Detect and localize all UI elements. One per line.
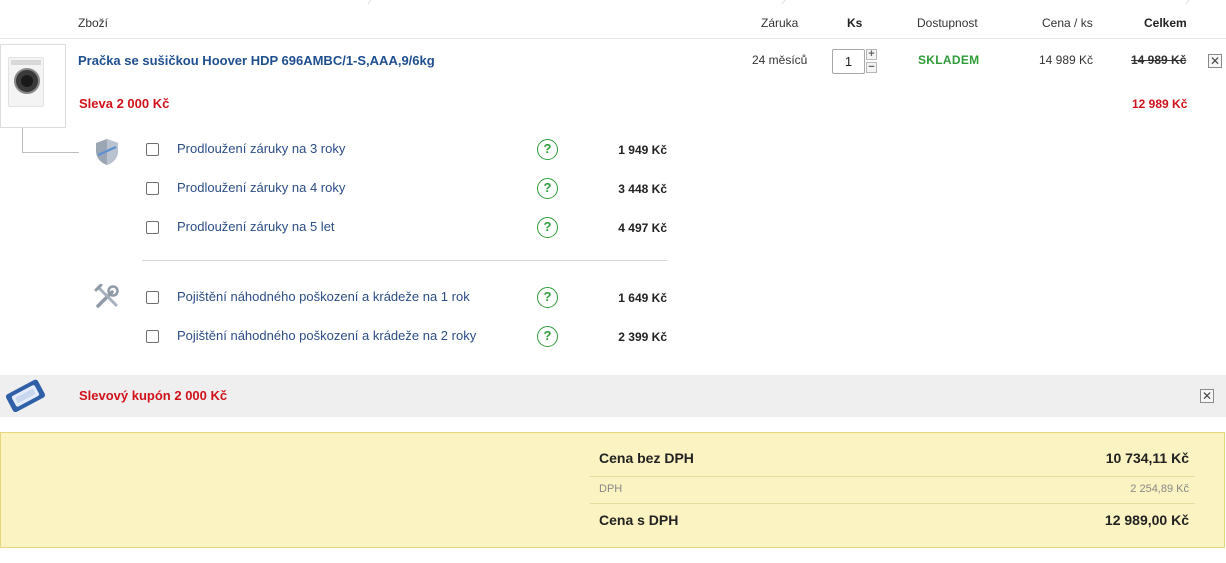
insurance-1y-price: 1 649 Kč xyxy=(618,291,667,305)
divider-tick xyxy=(362,0,372,4)
column-header-qty: Ks xyxy=(847,16,863,30)
quantity-input[interactable]: 1 xyxy=(832,49,865,74)
discounted-total-price: 12 989 Kč xyxy=(1132,97,1188,111)
tools-icon xyxy=(94,283,120,312)
warranty-4y-label[interactable]: Prodloužení záruky na 4 roky xyxy=(177,179,345,197)
insurance-2y-label[interactable]: Pojištění náhodného poškození a krádeže … xyxy=(177,327,476,345)
divider-tick xyxy=(1180,0,1190,4)
discount-label: Sleva 2 000 Kč xyxy=(79,96,170,111)
column-header-total: Celkem xyxy=(1144,16,1187,30)
warranty-3y-price: 1 949 Kč xyxy=(618,143,667,157)
header-divider xyxy=(0,38,1226,39)
product-thumbnail[interactable] xyxy=(0,44,66,128)
original-total-price: 14 989 Kč xyxy=(1131,53,1187,67)
remove-item-button[interactable]: ✕ xyxy=(1208,54,1222,68)
product-name-link[interactable]: Pračka se sušičkou Hoover HDP 696AMBC/1-… xyxy=(78,52,435,70)
quantity-increase-button[interactable]: + xyxy=(866,49,877,60)
price-without-vat-label: Cena bez DPH xyxy=(599,450,694,466)
insurance-2y-help-icon[interactable]: ? xyxy=(537,326,558,347)
summary-divider xyxy=(590,476,1195,477)
insurance-1y-checkbox[interactable] xyxy=(146,291,159,304)
insurance-1y-help-icon[interactable]: ? xyxy=(537,287,558,308)
insurance-2y-price: 2 399 Kč xyxy=(618,330,667,344)
insurance-2y-checkbox[interactable] xyxy=(146,330,159,343)
vat-value: 2 254,89 Kč xyxy=(1130,483,1189,495)
warranty-4y-help-icon[interactable]: ? xyxy=(537,178,558,199)
warranty-5y-label[interactable]: Prodloužení záruky na 5 let xyxy=(177,218,335,236)
shield-icon xyxy=(94,138,120,166)
column-header-availability: Dostupnost xyxy=(917,16,978,30)
warranty-5y-price: 4 497 Kč xyxy=(618,221,667,235)
column-header-product: Zboží xyxy=(78,16,109,30)
unit-price: 14 989 Kč xyxy=(1039,53,1094,67)
warranty-4y-checkbox[interactable] xyxy=(146,182,159,195)
price-with-vat-label: Cena s DPH xyxy=(599,512,679,528)
insurance-1y-label[interactable]: Pojištění náhodného poškození a krádeže … xyxy=(177,288,470,306)
price-without-vat-value: 10 734,11 Kč xyxy=(1105,450,1189,466)
services-divider xyxy=(142,260,667,261)
warranty-4y-price: 3 448 Kč xyxy=(618,182,667,196)
summary-divider xyxy=(590,503,1195,504)
remove-coupon-button[interactable]: ✕ xyxy=(1200,389,1214,403)
price-with-vat-value: 12 989,00 Kč xyxy=(1104,512,1189,528)
coupon-ticket-icon xyxy=(3,378,47,413)
availability-status: SKLADEM xyxy=(918,53,980,67)
warranty-3y-checkbox[interactable] xyxy=(146,143,159,156)
vat-label: DPH xyxy=(599,483,623,495)
quantity-decrease-button[interactable]: − xyxy=(866,62,877,73)
warranty-3y-help-icon[interactable]: ? xyxy=(537,139,558,160)
column-header-unit-price: Cena / ks xyxy=(1042,16,1093,30)
tree-connector xyxy=(22,128,23,153)
divider-tick xyxy=(776,0,786,4)
coupon-label: Slevový kupón 2 000 Kč xyxy=(79,388,228,403)
warranty-5y-help-icon[interactable]: ? xyxy=(537,217,558,238)
tree-connector xyxy=(22,152,79,153)
warranty-value: 24 měsíců xyxy=(752,53,808,67)
washing-machine-icon xyxy=(8,57,44,107)
top-divider xyxy=(0,0,1226,6)
warranty-3y-label[interactable]: Prodloužení záruky na 3 roky xyxy=(177,140,345,158)
warranty-5y-checkbox[interactable] xyxy=(146,221,159,234)
column-header-warranty: Záruka xyxy=(761,16,799,30)
